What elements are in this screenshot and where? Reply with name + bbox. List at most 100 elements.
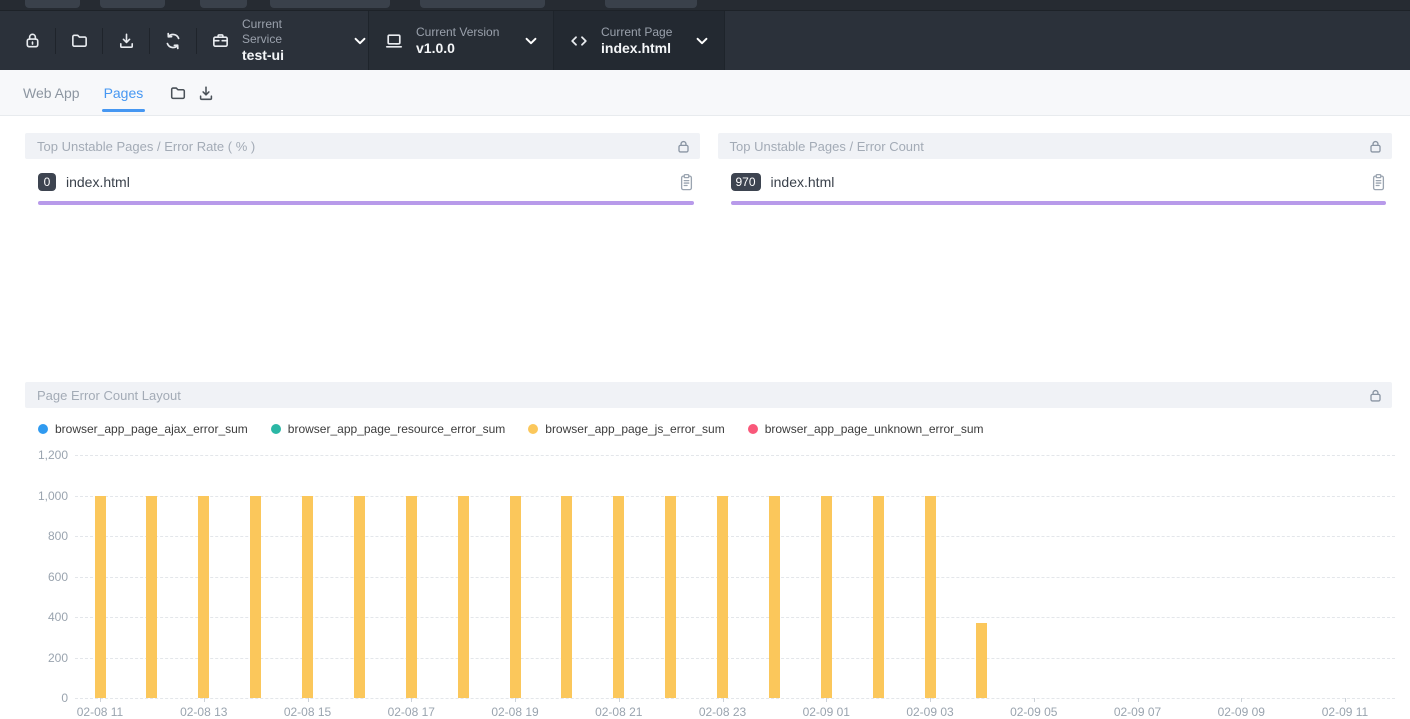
chart-bar[interactable] [146, 496, 157, 699]
download-icon[interactable] [116, 31, 136, 51]
chart-bar[interactable] [406, 496, 417, 699]
toolbar-separator [55, 28, 56, 54]
chart-bar[interactable] [613, 496, 624, 699]
x-axis-tick [1241, 698, 1242, 702]
y-axis-tick-label: 1,000 [0, 489, 68, 503]
chart-bar[interactable] [95, 496, 106, 699]
x-axis-tick [1345, 698, 1346, 702]
tab-bar: Web App Pages [0, 70, 1410, 116]
refresh-icon[interactable] [163, 31, 183, 51]
chart-bar[interactable] [510, 496, 521, 699]
y-axis-tick-label: 400 [0, 610, 68, 624]
download-icon[interactable] [195, 82, 217, 104]
x-axis-tick [411, 698, 412, 702]
toolbar: Current Service test-ui Current Version … [0, 10, 1410, 70]
page-list-item[interactable]: 970 index.html [731, 172, 1387, 192]
error-count-chart: 02004006008001,0001,20002-08 1102-08 130… [0, 446, 1410, 717]
page-list-item[interactable]: 0 index.html [38, 172, 694, 192]
chart-bar[interactable] [198, 496, 209, 699]
lock-icon[interactable] [1368, 139, 1383, 154]
legend-item-browser_app_page_js_error_sum[interactable]: browser_app_page_js_error_sum [528, 422, 724, 436]
version-label: Current Version [416, 25, 499, 40]
chart-bar[interactable] [717, 496, 728, 699]
legend-label: browser_app_page_resource_error_sum [288, 422, 505, 436]
top-nav-button-4[interactable] [270, 0, 390, 8]
legend-dot [748, 424, 758, 434]
x-axis-tick [100, 698, 101, 702]
y-gridline [75, 698, 1395, 699]
tab-pages[interactable]: Pages [104, 70, 144, 115]
panel-page-error-count: Page Error Count Layout browser_app_page… [25, 382, 1392, 436]
x-axis-tick [930, 698, 931, 702]
x-axis-tick [619, 698, 620, 702]
chart-bar[interactable] [925, 496, 936, 699]
service-selector[interactable]: Current Service test-ui [210, 17, 368, 64]
version-selector[interactable]: Current Version v1.0.0 [368, 11, 553, 70]
lock-icon[interactable] [1368, 388, 1383, 403]
y-gridline [75, 577, 1395, 578]
page-name: index.html [66, 174, 130, 190]
version-value: v1.0.0 [416, 40, 499, 57]
x-axis-tick [204, 698, 205, 702]
page-selector[interactable]: Current Page index.html [553, 11, 725, 70]
panel-title: Top Unstable Pages / Error Count [730, 139, 924, 154]
tab-web-app[interactable]: Web App [23, 70, 80, 115]
folder-icon[interactable] [69, 31, 89, 51]
top-nav-button-5[interactable] [420, 0, 545, 8]
chart-bar[interactable] [873, 496, 884, 699]
panel-header: Top Unstable Pages / Error Count [718, 133, 1393, 159]
copy-icon[interactable] [679, 173, 694, 192]
top-nav-button-3[interactable] [200, 0, 247, 8]
code-icon [569, 31, 589, 51]
legend-dot [38, 424, 48, 434]
chevron-down-icon [523, 33, 539, 49]
toolbar-separator [196, 28, 197, 54]
panel-error-rate: Top Unstable Pages / Error Rate ( % ) 0 … [25, 133, 700, 205]
chart-bar[interactable] [458, 496, 469, 699]
panel-header: Page Error Count Layout [25, 382, 1392, 408]
progress-bar [38, 201, 694, 205]
chart-bar[interactable] [250, 496, 261, 699]
chart-bar[interactable] [769, 496, 780, 699]
chart-bar[interactable] [976, 623, 987, 698]
browser-monitoring-screen: Current Service test-ui Current Version … [0, 0, 1410, 717]
toolbar-spacer [725, 11, 1410, 70]
y-gridline [75, 617, 1395, 618]
lock-icon[interactable] [676, 139, 691, 154]
legend-item-browser_app_page_ajax_error_sum[interactable]: browser_app_page_ajax_error_sum [38, 422, 248, 436]
x-axis-tick [308, 698, 309, 702]
top-nav-strip [0, 0, 1410, 10]
chart-bar[interactable] [821, 496, 832, 699]
legend-item-browser_app_page_unknown_error_sum[interactable]: browser_app_page_unknown_error_sum [748, 422, 984, 436]
panel-header: Top Unstable Pages / Error Rate ( % ) [25, 133, 700, 159]
chart-bar[interactable] [561, 496, 572, 699]
top-panels-row: Top Unstable Pages / Error Rate ( % ) 0 … [25, 133, 1392, 205]
copy-icon[interactable] [1371, 173, 1386, 192]
y-gridline [75, 536, 1395, 537]
chart-bar[interactable] [302, 496, 313, 699]
y-axis-tick-label: 0 [0, 691, 68, 705]
y-axis-tick-label: 600 [0, 570, 68, 584]
top-nav-button-1[interactable] [25, 0, 80, 8]
legend-item-browser_app_page_resource_error_sum[interactable]: browser_app_page_resource_error_sum [271, 422, 505, 436]
chart-bar[interactable] [354, 496, 365, 699]
y-gridline [75, 496, 1395, 497]
top-nav-button-2[interactable] [100, 0, 165, 8]
top-nav-button-6[interactable] [605, 0, 697, 8]
folder-icon[interactable] [167, 82, 189, 104]
lock-icon[interactable] [22, 31, 42, 51]
service-box-icon [210, 31, 230, 51]
panel-title: Page Error Count Layout [37, 388, 181, 403]
y-axis-tick-label: 1,200 [0, 448, 68, 462]
chart-legend: browser_app_page_ajax_error_sum browser_a… [38, 422, 1392, 436]
legend-label: browser_app_page_js_error_sum [545, 422, 724, 436]
service-value: test-ui [242, 47, 312, 64]
legend-dot [271, 424, 281, 434]
toolbar-separator [102, 28, 103, 54]
x-axis-tick [515, 698, 516, 702]
x-axis-tick [826, 698, 827, 702]
x-axis-tick [1034, 698, 1035, 702]
service-label: Current Service [242, 17, 312, 47]
chart-bar[interactable] [665, 496, 676, 699]
legend-label: browser_app_page_unknown_error_sum [765, 422, 984, 436]
